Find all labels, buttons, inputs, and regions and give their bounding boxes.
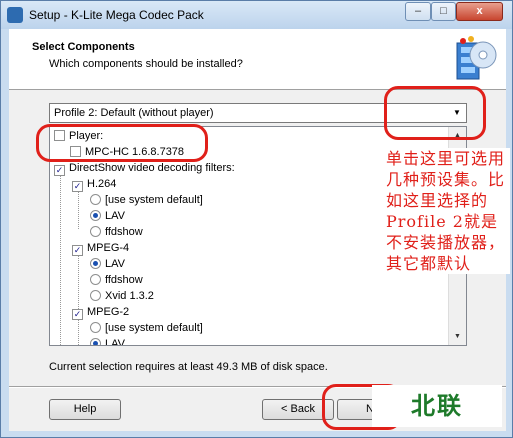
window-title: Setup - K-Lite Mega Codec Pack bbox=[29, 8, 204, 22]
mpeg4-lav-radio[interactable] bbox=[90, 258, 101, 269]
tree-item-mpeg4-xvid[interactable]: Xvid 1.3.2 bbox=[90, 289, 154, 304]
mpeg4-checkbox[interactable]: ✓ bbox=[72, 245, 83, 256]
codec-pack-logo-icon bbox=[456, 36, 497, 80]
tree-item-label: LAV bbox=[105, 210, 125, 222]
tree-item-label: DirectShow video decoding filters: bbox=[69, 162, 235, 174]
mpeg2-system-default-radio[interactable] bbox=[90, 322, 101, 333]
annotation-circle-player bbox=[36, 124, 208, 162]
tree-item-label: Xvid 1.3.2 bbox=[105, 290, 154, 302]
title-bar[interactable]: Setup - K-Lite Mega Codec Pack – □ x bbox=[1, 1, 512, 29]
page-title: Select Components bbox=[32, 41, 135, 53]
page-subtitle: Which components should be installed? bbox=[49, 58, 243, 70]
disk-space-status: Current selection requires at least 49.3… bbox=[49, 361, 328, 373]
profile-select-value: Profile 2: Default (without player) bbox=[54, 107, 214, 119]
tree-item-label: [use system default] bbox=[105, 194, 203, 206]
mpeg2-checkbox[interactable]: ✓ bbox=[72, 309, 83, 320]
tree-item-label: MPEG-4 bbox=[87, 242, 130, 254]
tree-connector bbox=[78, 317, 79, 345]
directshow-checkbox[interactable]: ✓ bbox=[54, 165, 65, 176]
tree-item-label: ffdshow bbox=[105, 274, 143, 286]
tree-item-label: LAV bbox=[105, 258, 125, 270]
close-button[interactable]: x bbox=[456, 2, 503, 21]
annotation-circle-dropdown bbox=[384, 86, 486, 140]
tree-item-h264-lav[interactable]: LAV bbox=[90, 209, 125, 224]
tree-item-h264-system-default[interactable]: [use system default] bbox=[90, 193, 203, 208]
scroll-down-icon[interactable]: ▼ bbox=[449, 328, 466, 345]
help-button[interactable]: Help bbox=[49, 399, 121, 420]
annotation-note: 单击这里可选用几种预设集。比如这里选择的Profile 2就是不安装播放器，其它… bbox=[386, 148, 510, 274]
tree-item-h264[interactable]: ✓ H.264 bbox=[72, 177, 116, 192]
mpeg2-lav-radio[interactable] bbox=[90, 338, 101, 345]
tree-item-mpeg2-system-default[interactable]: [use system default] bbox=[90, 321, 203, 336]
tree-item-label: ffdshow bbox=[105, 226, 143, 238]
h264-system-default-radio[interactable] bbox=[90, 194, 101, 205]
tree-item-label: [use system default] bbox=[105, 322, 203, 334]
tree-item-label: LAV bbox=[105, 338, 125, 346]
tree-item-mpeg4-lav[interactable]: LAV bbox=[90, 257, 125, 272]
h264-lav-radio[interactable] bbox=[90, 210, 101, 221]
tree-item-label: H.264 bbox=[87, 178, 117, 190]
tree-item-directshow[interactable]: ✓ DirectShow video decoding filters: bbox=[54, 161, 235, 176]
app-icon bbox=[7, 7, 23, 23]
watermark: 北联 bbox=[372, 385, 502, 427]
h264-checkbox[interactable]: ✓ bbox=[72, 181, 83, 192]
maximize-button[interactable]: □ bbox=[431, 2, 456, 21]
minimize-button[interactable]: – bbox=[405, 2, 431, 21]
tree-item-h264-ffdshow[interactable]: ffdshow bbox=[90, 225, 143, 240]
tree-item-mpeg4-ffdshow[interactable]: ffdshow bbox=[90, 273, 143, 288]
tree-connector bbox=[60, 169, 61, 345]
tree-item-mpeg4[interactable]: ✓ MPEG-4 bbox=[72, 241, 129, 256]
mpeg4-ffdshow-radio[interactable] bbox=[90, 274, 101, 285]
wizard-header: Select Components Which components shoul… bbox=[9, 29, 506, 90]
tree-item-label: MPEG-2 bbox=[87, 306, 130, 318]
mpeg4-xvid-radio[interactable] bbox=[90, 290, 101, 301]
h264-ffdshow-radio[interactable] bbox=[90, 226, 101, 237]
tree-connector bbox=[78, 189, 79, 229]
tree-connector bbox=[78, 253, 79, 309]
tree-item-mpeg2[interactable]: ✓ MPEG-2 bbox=[72, 305, 129, 320]
tree-item-mpeg2-lav[interactable]: LAV bbox=[90, 337, 125, 346]
